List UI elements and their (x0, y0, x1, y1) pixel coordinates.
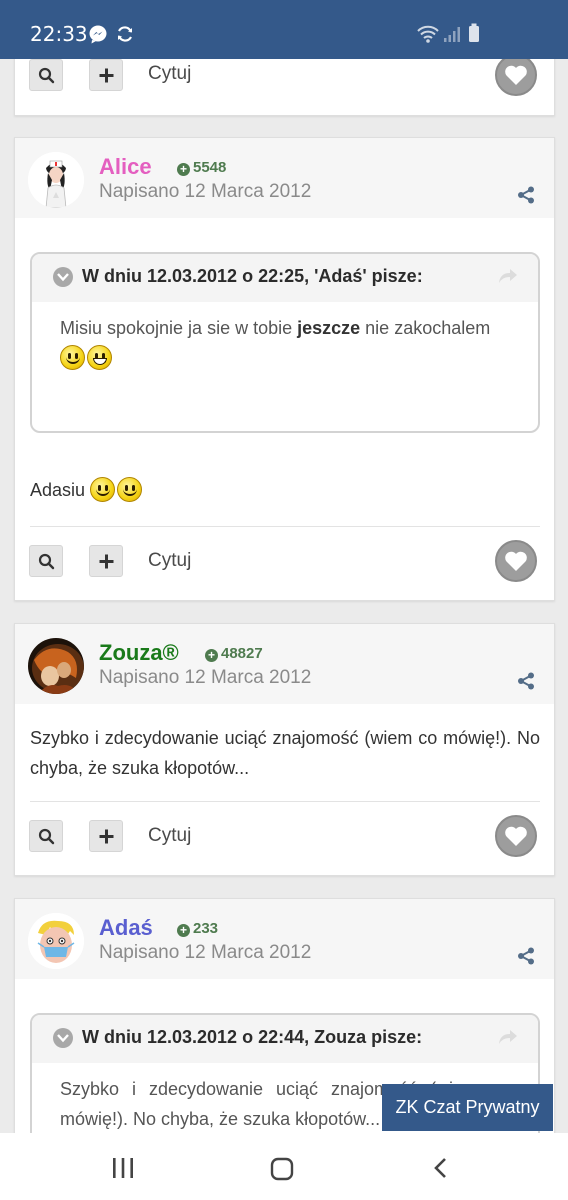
quote-text-part: nie zakochalem (360, 318, 491, 338)
reputation-count: 5548 (193, 159, 227, 176)
home-icon[interactable] (270, 1157, 294, 1181)
post-text: Szybko i zdecydowanie uciąć znajomość (w… (30, 728, 540, 778)
avatar[interactable] (28, 913, 84, 969)
heart-icon (505, 551, 527, 571)
quote-text-bold: jeszcze (297, 318, 361, 338)
system-navigation-bar (0, 1133, 568, 1200)
jump-to-quote-icon[interactable] (498, 267, 518, 285)
painting-avatar-image (28, 638, 84, 694)
post-header: Zouza® +48827 Napisano 12 Marca 2012 (15, 624, 554, 704)
status-bar: 22:33 (0, 0, 568, 59)
reputation-badge: +48827 (205, 645, 263, 662)
post-body: Szybko i zdecydowanie uciąć znajomość (w… (30, 723, 540, 783)
avatar[interactable] (28, 638, 84, 694)
quote-citation: W dniu 12.03.2012 o 22:25, 'Adaś' pisze: (82, 266, 423, 286)
multiquote-button[interactable] (89, 59, 123, 91)
search-button[interactable] (29, 545, 63, 577)
smiley-emoticon (117, 477, 143, 502)
plus-icon (99, 829, 114, 844)
divider (30, 801, 540, 802)
author-name[interactable]: Alice (99, 154, 152, 180)
share-icon[interactable] (517, 947, 535, 965)
share-icon[interactable] (517, 186, 535, 204)
plus-circle-icon: + (177, 163, 190, 176)
plus-icon (99, 554, 114, 569)
quote-header: W dniu 12.03.2012 o 22:44, Zouza pisze: (32, 1015, 538, 1063)
post-header: Adaś +233 Napisano 12 Marca 2012 (15, 899, 554, 979)
author-name[interactable]: Zouza® (99, 640, 179, 666)
divider (30, 526, 540, 527)
wifi-icon (417, 25, 439, 43)
recent-apps-icon[interactable] (112, 1157, 134, 1179)
topic-content[interactable]: Cytuj Alice +5548 Napisano 12 Marca 2012… (0, 59, 568, 1133)
cite-button[interactable]: Cytuj (148, 550, 191, 572)
back-icon[interactable] (432, 1157, 448, 1179)
like-button[interactable] (495, 540, 537, 582)
quote-collapse-toggle[interactable] (53, 1028, 73, 1048)
search-icon (38, 828, 55, 845)
quote-block: W dniu 12.03.2012 o 22:25, 'Adaś' pisze:… (30, 252, 540, 433)
post-date: Napisano 12 Marca 2012 (99, 667, 312, 688)
smiley-emoticon (90, 477, 116, 502)
cite-button[interactable]: Cytuj (148, 63, 191, 85)
heart-icon (505, 826, 527, 846)
search-button[interactable] (29, 59, 63, 91)
reputation-badge: +233 (177, 920, 218, 937)
quote-header: W dniu 12.03.2012 o 22:25, 'Adaś' pisze: (32, 254, 538, 302)
jump-to-quote-icon[interactable] (498, 1028, 518, 1046)
post-date: Napisano 12 Marca 2012 (99, 942, 312, 963)
heart-icon (505, 65, 527, 85)
post-header: Alice +5548 Napisano 12 Marca 2012 (15, 138, 554, 218)
post-text: Adasiu (30, 480, 86, 500)
private-chat-button[interactable]: ZK Czat Prywatny (382, 1084, 553, 1131)
post-date: Napisano 12 Marca 2012 (99, 181, 312, 202)
quote-text-part: Misiu spokojnie ja sie w tobie (60, 318, 298, 338)
status-time: 22:33 (30, 22, 88, 46)
smiley-emoticon (60, 345, 85, 370)
quote-collapse-toggle[interactable] (53, 267, 73, 287)
author-name[interactable]: Adaś (99, 915, 153, 941)
reputation-badge: +5548 (177, 159, 226, 176)
cite-button[interactable]: Cytuj (148, 825, 191, 847)
quote-text: Misiu spokojnie ja sie w tobie jeszcze n… (32, 302, 538, 384)
previous-post: Cytuj (14, 59, 555, 116)
post-alice: Alice +5548 Napisano 12 Marca 2012 W dni… (14, 137, 555, 601)
sync-icon (117, 26, 133, 42)
post-zouza: Zouza® +48827 Napisano 12 Marca 2012 Szy… (14, 623, 555, 876)
search-icon (38, 67, 55, 84)
search-icon (38, 553, 55, 570)
chevron-down-icon (57, 273, 69, 282)
battery-icon (469, 23, 479, 42)
multiquote-button[interactable] (89, 820, 123, 852)
plus-circle-icon: + (177, 924, 190, 937)
plus-icon (99, 68, 114, 83)
quote-citation: W dniu 12.03.2012 o 22:44, Zouza pisze: (82, 1027, 423, 1047)
grin-emoticon (87, 345, 112, 370)
messenger-icon (89, 25, 107, 44)
signal-icon (444, 27, 460, 42)
reputation-count: 233 (193, 920, 219, 937)
multiquote-button[interactable] (89, 545, 123, 577)
share-icon[interactable] (517, 672, 535, 690)
plus-circle-icon: + (205, 649, 218, 662)
post-body: Adasiu (30, 475, 540, 505)
nurse-avatar-image (28, 152, 84, 208)
like-button[interactable] (495, 815, 537, 857)
avatar[interactable] (28, 152, 84, 208)
search-button[interactable] (29, 820, 63, 852)
like-button[interactable] (495, 59, 537, 96)
reputation-count: 48827 (221, 645, 263, 662)
cartoon-avatar-image (28, 913, 84, 969)
chevron-down-icon (57, 1034, 69, 1043)
